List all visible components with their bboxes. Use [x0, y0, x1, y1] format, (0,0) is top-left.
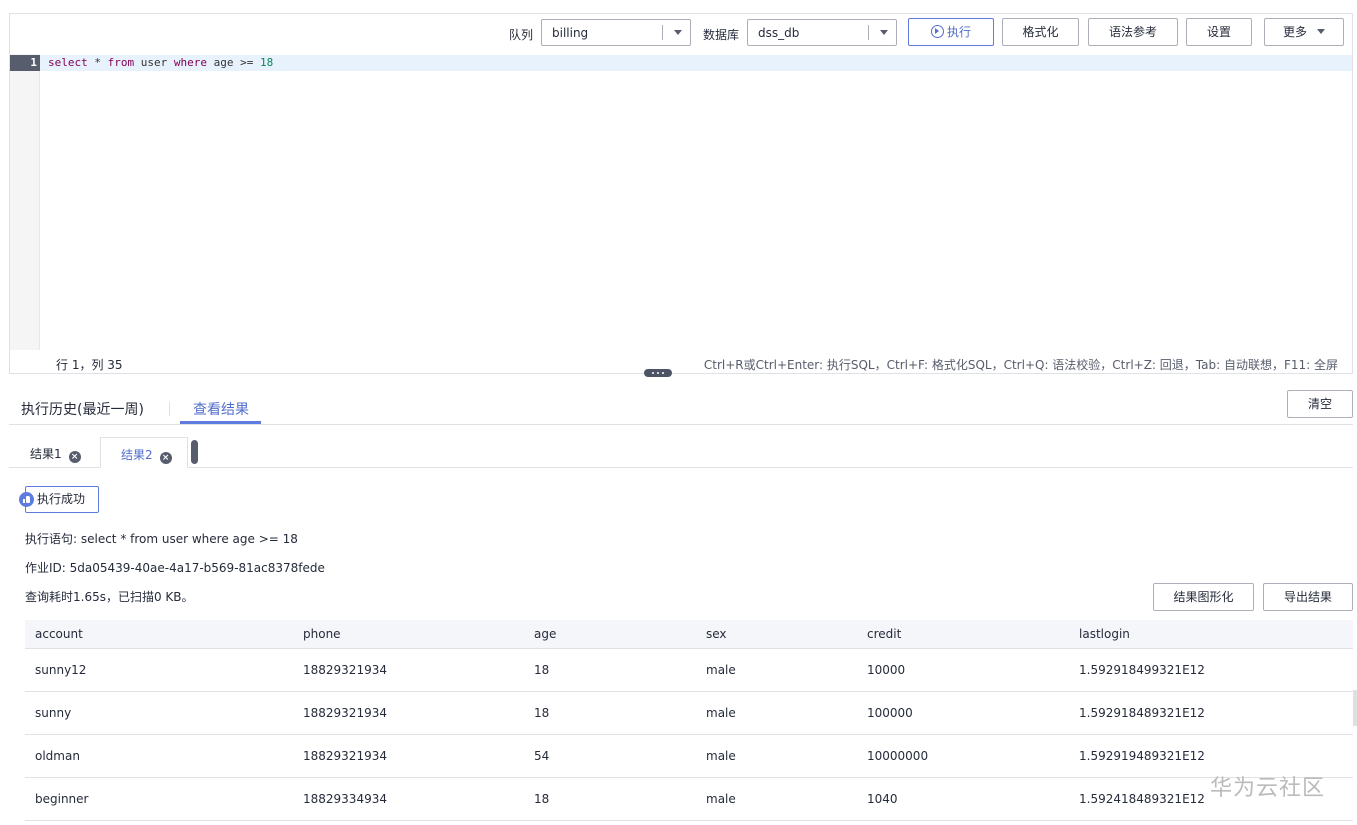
- cursor-position: 行 1，列 35: [56, 358, 123, 372]
- chevron-down-icon: [674, 30, 682, 35]
- code-token: select: [48, 56, 88, 69]
- table-cell-age: 18: [524, 691, 696, 735]
- table-cell-account: oldman: [25, 734, 293, 778]
- settings-button[interactable]: 设置: [1186, 18, 1252, 46]
- sql-editor-panel: 队列 billing 数据库 dss_db 执行 格式化 语法参考 设置 更多 …: [9, 13, 1353, 374]
- table-cell-lastlogin: 1.592918489321E12: [1069, 691, 1353, 735]
- executed-statement: 执行语句: select * from user where age >= 18: [25, 532, 298, 546]
- visualize-results-button[interactable]: 结果图形化: [1153, 583, 1254, 611]
- format-button[interactable]: 格式化: [1002, 18, 1079, 46]
- tab-result-2[interactable]: 结果2 ×: [100, 437, 188, 468]
- resize-handle[interactable]: [644, 369, 672, 377]
- code-token: from: [107, 56, 135, 69]
- result-tabs: 执行历史(最近一周) 查看结果 清空: [9, 390, 1353, 425]
- table-row: sunny12 18829321934 18 male 10000 1.592918499…: [25, 648, 1353, 692]
- column-header-credit[interactable]: credit: [857, 620, 1069, 649]
- clear-button[interactable]: 清空: [1287, 390, 1353, 418]
- tab-view-results[interactable]: 查看结果: [193, 399, 249, 419]
- code-token: user: [134, 56, 174, 69]
- table-cell-account: beginner: [25, 777, 293, 821]
- queue-label: 队列: [509, 28, 534, 42]
- job-id: 作业ID: 5da05439-40ae-4a17-b569-81ac8378fe…: [25, 561, 325, 575]
- chevron-down-icon: [1317, 29, 1325, 34]
- status-text: 执行成功: [37, 492, 86, 506]
- thumbs-up-icon: [19, 492, 34, 507]
- queue-select[interactable]: billing: [541, 19, 691, 46]
- close-icon[interactable]: ×: [159, 452, 172, 464]
- database-select-value: dss_db: [758, 26, 800, 40]
- table-cell-credit: 10000: [857, 648, 1069, 692]
- table-cell-phone: 18829321934: [293, 648, 524, 692]
- table-cell-phone: 18829321934: [293, 691, 524, 735]
- tab-label: 结果2: [121, 448, 153, 462]
- editor-toolbar: 队列 billing 数据库 dss_db 执行 格式化 语法参考 设置 更多: [10, 14, 1352, 54]
- tab-result-1[interactable]: 结果1 ×: [9, 437, 100, 468]
- column-header-phone[interactable]: phone: [293, 620, 524, 649]
- chevron-down-icon: [880, 30, 888, 35]
- tab-scroll-handle[interactable]: [191, 440, 198, 464]
- code-token: where: [173, 56, 207, 69]
- table-cell-sex: male: [696, 777, 857, 821]
- shortcut-hints: Ctrl+R或Ctrl+Enter: 执行SQL，Ctrl+F: 格式化SQL，…: [703, 358, 1338, 372]
- column-header-lastlogin[interactable]: lastlogin: [1069, 620, 1353, 649]
- select-divider: [662, 25, 663, 40]
- table-cell-sex: male: [696, 691, 857, 735]
- table-header-row: account phone age sex credit lastlogin: [25, 620, 1353, 649]
- tab-label: 结果1: [30, 447, 62, 461]
- table-row: oldman 18829321934 54 male 10000000 1.5929194…: [25, 734, 1353, 778]
- table-cell-account: sunny12: [25, 648, 293, 692]
- code-token: >=: [240, 56, 254, 69]
- table-cell-credit: 10000000: [857, 734, 1069, 778]
- column-header-account[interactable]: account: [25, 620, 293, 649]
- more-button-label: 更多: [1282, 25, 1307, 39]
- table-cell-lastlogin: 1.592918499321E12: [1069, 648, 1353, 692]
- more-button[interactable]: 更多: [1264, 18, 1344, 46]
- code-token: 18: [253, 56, 274, 69]
- queue-select-value: billing: [552, 26, 589, 40]
- line-gutter: [10, 54, 40, 350]
- code-token: age: [207, 56, 241, 69]
- editor-statusbar: 行 1，列 35 Ctrl+R或Ctrl+Enter: 执行SQL，Ctrl+F…: [10, 350, 1352, 374]
- select-divider: [868, 25, 869, 40]
- table-cell-phone: 18829321934: [293, 734, 524, 778]
- code-line[interactable]: select * from user where age >= 18: [48, 56, 273, 69]
- table-cell-credit: 1040: [857, 777, 1069, 821]
- column-header-age[interactable]: age: [524, 620, 696, 649]
- column-header-sex[interactable]: sex: [696, 620, 857, 649]
- table-body: sunny12 18829321934 18 male 10000 1.592918499…: [25, 648, 1353, 821]
- table-cell-credit: 100000: [857, 691, 1069, 735]
- watermark: 华为云社区: [1210, 776, 1326, 801]
- table-row: sunny 18829321934 18 male 100000 1.5929184893…: [25, 691, 1353, 735]
- database-label: 数据库: [703, 28, 740, 42]
- table-cell-account: sunny: [25, 691, 293, 735]
- tab-execution-history[interactable]: 执行历史(最近一周): [21, 399, 144, 419]
- page-scrollbar[interactable]: [1353, 690, 1357, 726]
- database-select[interactable]: dss_db: [747, 19, 897, 46]
- table-cell-age: 18: [524, 777, 696, 821]
- line-number: 1: [30, 56, 37, 69]
- code-token: *: [87, 56, 108, 69]
- table-row: beginner 18829334934 18 male 1040 1.592418489…: [25, 777, 1353, 821]
- code-editor[interactable]: 1 select * from user where age >= 18: [10, 54, 1352, 350]
- query-time-info: 查询耗时1.65s，已扫描0 KB。: [25, 590, 194, 604]
- play-icon: [930, 25, 944, 38]
- execute-button[interactable]: 执行: [908, 18, 994, 46]
- result-table: account phone age sex credit lastlogin sunny1…: [25, 620, 1353, 821]
- status-badge: 执行成功: [19, 486, 99, 513]
- result-sub-tabs: 结果1 × 结果2 ×: [9, 437, 1353, 468]
- syntax-reference-button[interactable]: 语法参考: [1088, 18, 1178, 46]
- table-cell-age: 18: [524, 648, 696, 692]
- table-cell-sex: male: [696, 648, 857, 692]
- active-tab-indicator: [180, 421, 261, 424]
- execute-button-label: 执行: [946, 25, 971, 39]
- export-results-button[interactable]: 导出结果: [1263, 583, 1353, 611]
- tab-divider: [169, 402, 170, 416]
- table-cell-phone: 18829334934: [293, 777, 524, 821]
- close-icon[interactable]: ×: [68, 451, 81, 463]
- table-cell-sex: male: [696, 734, 857, 778]
- table-cell-age: 54: [524, 734, 696, 778]
